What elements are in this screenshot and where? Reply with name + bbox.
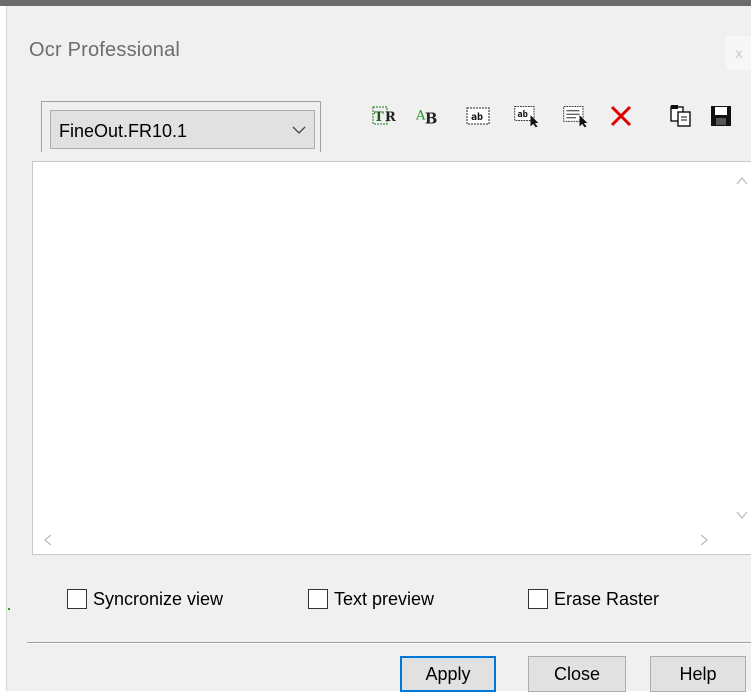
- erase-raster-checkbox[interactable]: Erase Raster: [528, 586, 659, 612]
- ocr-text-area[interactable]: [32, 161, 751, 555]
- text-preview-label: Text preview: [334, 588, 435, 609]
- save-icon[interactable]: [707, 102, 735, 130]
- sync-view-checkbox[interactable]: Syncronize view: [67, 586, 223, 612]
- profile-select-value: FineOut.FR10.1: [59, 121, 188, 141]
- text-preview-checkbox[interactable]: Text preview: [308, 586, 434, 612]
- text-region-icon[interactable]: ab: [465, 102, 493, 130]
- erase-raster-label: Erase Raster: [554, 588, 660, 609]
- ocr-dialog: Ocr Professional x FineOut.FR10.1 T R A …: [7, 6, 751, 692]
- close-window-button[interactable]: x: [726, 36, 751, 70]
- copy-icon[interactable]: [667, 102, 695, 130]
- select-region-icon[interactable]: [562, 102, 590, 130]
- apply-button[interactable]: Apply: [400, 656, 496, 692]
- profile-select[interactable]: FineOut.FR10.1: [50, 110, 315, 149]
- vertical-scrollbar[interactable]: [729, 162, 751, 530]
- sync-view-label: Syncronize view: [93, 588, 224, 609]
- checkbox-box[interactable]: [528, 589, 548, 609]
- scroll-right-icon[interactable]: [699, 534, 709, 550]
- svg-text:T: T: [374, 110, 384, 125]
- checkbox-box[interactable]: [308, 589, 328, 609]
- svg-text:ab: ab: [517, 110, 528, 120]
- scroll-left-icon[interactable]: [43, 534, 53, 550]
- scroll-up-icon[interactable]: [736, 174, 748, 190]
- divider-highlight: [27, 643, 751, 644]
- window-title: Ocr Professional: [29, 39, 181, 61]
- alphabet-icon[interactable]: A B: [415, 102, 443, 130]
- close-button[interactable]: Close: [528, 656, 626, 692]
- scroll-down-icon[interactable]: [736, 508, 748, 524]
- svg-text:R: R: [385, 110, 396, 125]
- delete-icon[interactable]: [607, 102, 635, 130]
- select-text-region-icon[interactable]: ab: [513, 102, 541, 130]
- text-recognition-icon[interactable]: T R: [372, 102, 400, 130]
- horizontal-scrollbar[interactable]: [33, 528, 751, 554]
- help-button[interactable]: Help: [650, 656, 746, 692]
- svg-text:B: B: [425, 110, 438, 127]
- marker-dot: [8, 608, 10, 610]
- checkbox-box[interactable]: [67, 589, 87, 609]
- chevron-down-icon: [292, 126, 306, 134]
- svg-text:ab: ab: [471, 112, 483, 123]
